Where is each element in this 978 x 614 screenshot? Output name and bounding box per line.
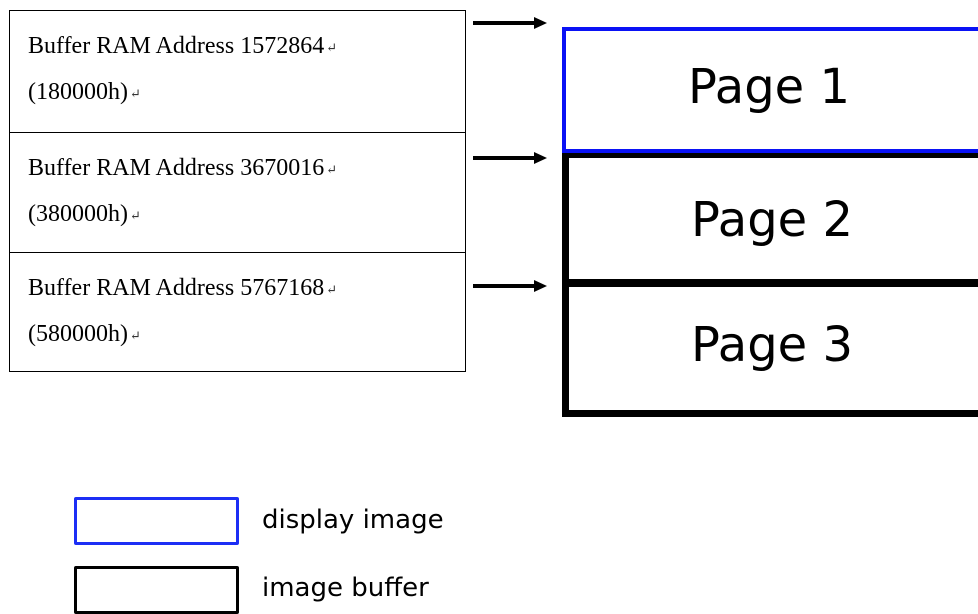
address-cell-2: Buffer RAM Address 3670016 ↵ (380000h) ↵ bbox=[10, 132, 465, 252]
address-label: Buffer RAM Address 3670016 ↵ bbox=[28, 155, 338, 181]
legend-display-label: display image bbox=[262, 505, 444, 535]
return-mark-icon: ↵ bbox=[129, 86, 141, 101]
page-3-box: Page 3 bbox=[562, 280, 978, 417]
page-2-box: Page 2 bbox=[562, 151, 978, 286]
right-arrow-icon bbox=[473, 280, 547, 292]
address-label: Buffer RAM Address 1572864 ↵ bbox=[28, 33, 338, 59]
address-cell-1: Buffer RAM Address 1572864 ↵ (180000h) ↵ bbox=[10, 11, 465, 132]
page-label: Page 3 bbox=[691, 317, 853, 373]
right-arrow-icon bbox=[473, 17, 547, 29]
address-hex: (580000h) ↵ bbox=[28, 321, 141, 347]
legend-buffer-swatch bbox=[74, 566, 239, 614]
address-label: Buffer RAM Address 5767168 ↵ bbox=[28, 275, 338, 301]
return-mark-icon: ↵ bbox=[326, 162, 338, 177]
return-mark-icon: ↵ bbox=[326, 282, 338, 297]
right-arrow-icon bbox=[473, 152, 547, 164]
address-hex: (380000h) ↵ bbox=[28, 201, 141, 227]
page-1-box: Page 1 bbox=[562, 27, 978, 153]
legend-buffer-label: image buffer bbox=[262, 573, 429, 603]
address-hex: (180000h) ↵ bbox=[28, 79, 141, 105]
address-cell-3: Buffer RAM Address 5767168 ↵ (580000h) ↵ bbox=[10, 252, 465, 371]
legend-display-swatch bbox=[74, 497, 239, 545]
page-label: Page 1 bbox=[688, 59, 850, 115]
return-mark-icon: ↵ bbox=[129, 328, 141, 343]
return-mark-icon: ↵ bbox=[129, 208, 141, 223]
buffer-address-table: Buffer RAM Address 1572864 ↵ (180000h) ↵ B… bbox=[9, 10, 466, 372]
page-label: Page 2 bbox=[691, 192, 853, 248]
return-mark-icon: ↵ bbox=[326, 40, 338, 55]
